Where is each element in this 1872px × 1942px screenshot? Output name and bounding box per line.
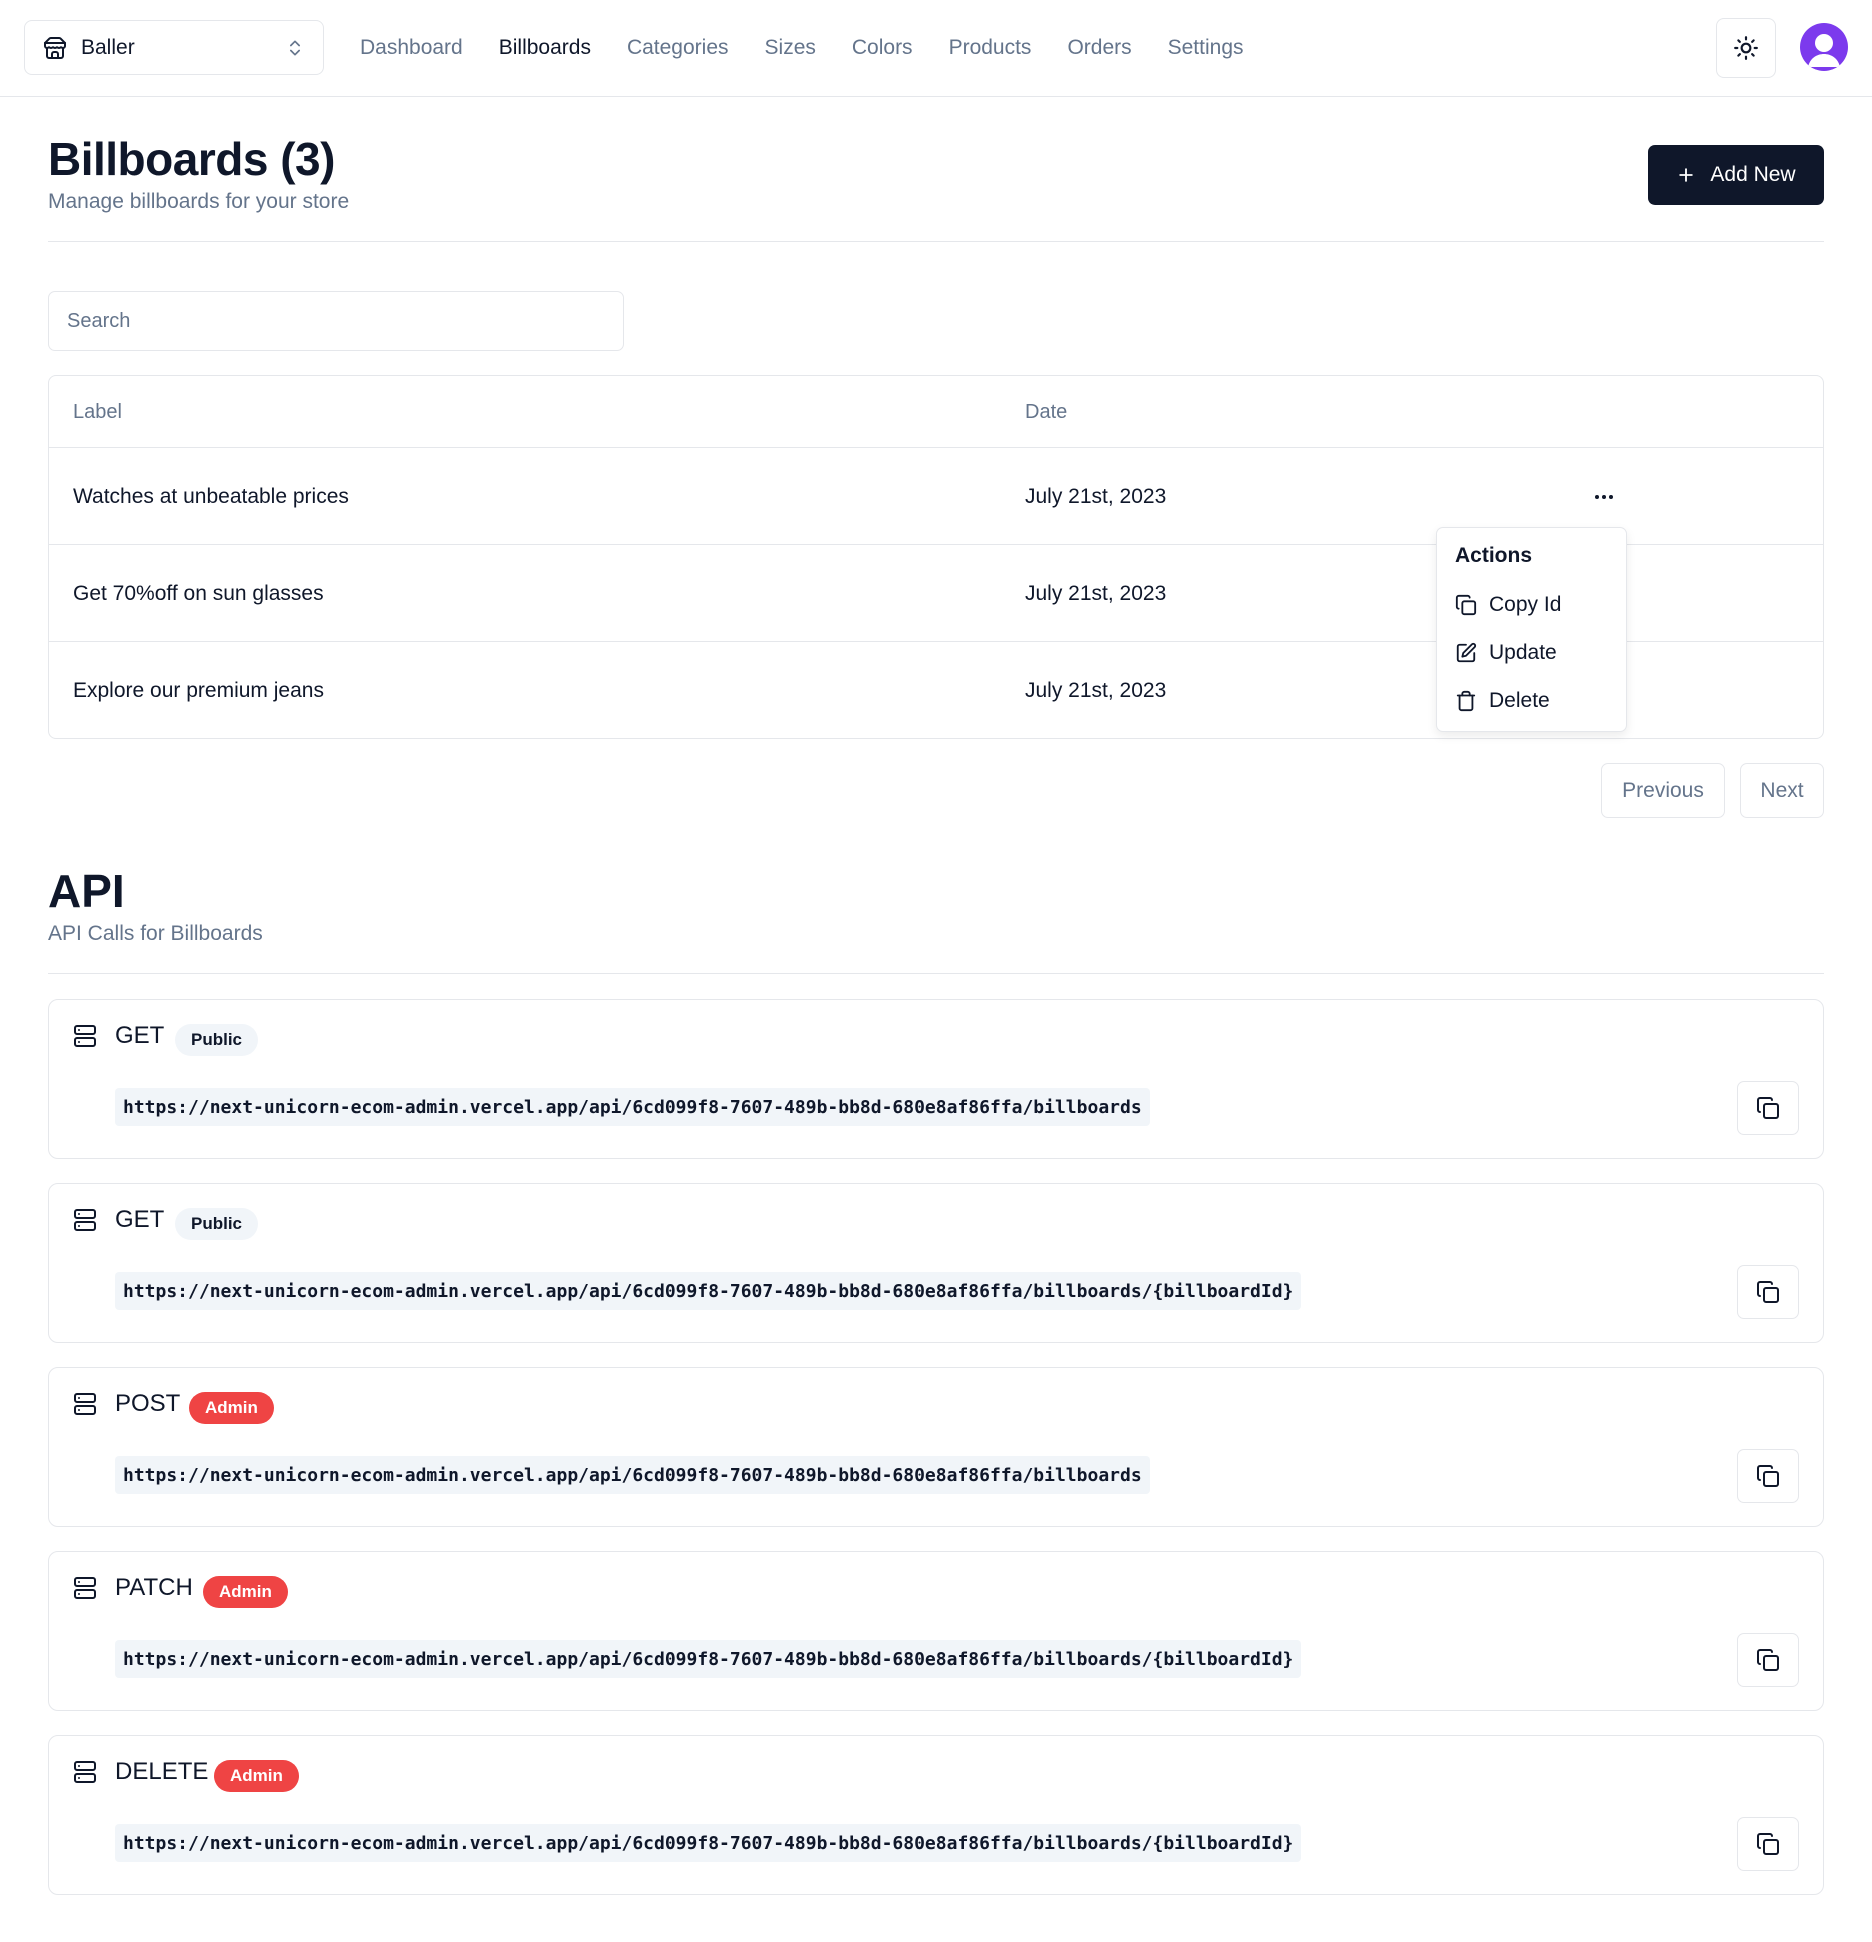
nav-colors[interactable]: Colors	[852, 36, 913, 60]
nav-products[interactable]: Products	[949, 36, 1032, 60]
api-alert: PATCH Admin https://next-unicorn-ecom-ad…	[48, 1551, 1824, 1711]
api-badge: Admin	[203, 1576, 288, 1608]
trash-icon	[1456, 690, 1476, 712]
sun-icon	[1734, 36, 1758, 60]
server-icon	[74, 1209, 96, 1231]
api-method: DELETE	[115, 1758, 209, 1785]
more-horizontal-icon[interactable]	[1589, 482, 1619, 512]
copy-url-button[interactable]	[1737, 1817, 1799, 1871]
store-name: Baller	[81, 35, 135, 59]
previous-button[interactable]: Previous	[1601, 763, 1725, 818]
row-date: July 21st, 2023	[1025, 678, 1167, 702]
api-url: https://next-unicorn-ecom-admin.vercel.a…	[115, 1088, 1150, 1126]
nav-orders[interactable]: Orders	[1067, 36, 1131, 60]
copy-icon	[1455, 594, 1477, 616]
actions-dropdown: Actions Copy Id Update Delete	[1436, 527, 1627, 732]
api-method: GET	[115, 1206, 165, 1233]
column-label: Label	[73, 400, 122, 423]
api-badge: Admin	[214, 1760, 299, 1792]
nav-dashboard[interactable]: Dashboard	[360, 36, 463, 60]
plus-icon	[1679, 168, 1694, 182]
server-icon	[74, 1761, 96, 1783]
table-header: Label Date	[49, 376, 1823, 448]
api-method: GET	[115, 1022, 165, 1049]
store-switcher[interactable]: Baller	[24, 20, 324, 75]
api-method: PATCH	[115, 1574, 193, 1601]
api-url: https://next-unicorn-ecom-admin.vercel.a…	[115, 1272, 1302, 1310]
top-navbar: Baller Dashboard Billboards Categories S…	[0, 0, 1872, 97]
delete-label: Delete	[1489, 689, 1550, 712]
copy-icon	[1757, 1649, 1779, 1671]
theme-toggle-button[interactable]	[1716, 18, 1776, 78]
row-label: Explore our premium jeans	[73, 678, 324, 702]
divider	[48, 973, 1824, 974]
server-icon	[74, 1577, 96, 1599]
edit-icon	[1456, 642, 1477, 663]
api-alert: GET Public https://next-unicorn-ecom-adm…	[48, 1183, 1824, 1343]
copy-icon	[1757, 1097, 1779, 1119]
api-badge: Public	[175, 1208, 259, 1240]
nav-sizes[interactable]: Sizes	[765, 36, 816, 60]
nav-billboards[interactable]: Billboards	[499, 36, 591, 60]
chevrons-up-down-icon	[290, 40, 300, 56]
api-url: https://next-unicorn-ecom-admin.vercel.a…	[115, 1824, 1302, 1862]
copy-icon	[1757, 1833, 1779, 1855]
column-date: Date	[1025, 400, 1068, 423]
api-url: https://next-unicorn-ecom-admin.vercel.a…	[115, 1456, 1150, 1494]
api-title: API	[48, 865, 125, 917]
api-badge: Public	[175, 1024, 259, 1056]
add-new-label: Add New	[1710, 163, 1796, 186]
row-label: Get 70%off on sun glasses	[73, 581, 324, 605]
divider	[48, 241, 1824, 242]
row-label: Watches at unbeatable prices	[73, 484, 349, 508]
next-button[interactable]: Next	[1740, 763, 1824, 818]
api-description: API Calls for Billboards	[48, 922, 263, 945]
copy-url-button[interactable]	[1737, 1449, 1799, 1503]
api-method: POST	[115, 1390, 181, 1417]
search-input[interactable]	[48, 291, 624, 351]
nav-settings[interactable]: Settings	[1168, 36, 1244, 60]
api-alert: DELETE Admin https://next-unicorn-ecom-a…	[48, 1735, 1824, 1895]
actions-menu-label: Actions	[1455, 544, 1533, 567]
copy-url-button[interactable]	[1737, 1265, 1799, 1319]
copy-icon	[1757, 1465, 1779, 1487]
copy-url-button[interactable]	[1737, 1633, 1799, 1687]
nav-categories[interactable]: Categories	[627, 36, 729, 60]
store-icon	[44, 36, 66, 59]
update-menu-item[interactable]: Update	[1455, 633, 1557, 673]
api-badge: Admin	[189, 1392, 274, 1424]
api-url: https://next-unicorn-ecom-admin.vercel.a…	[115, 1640, 1302, 1678]
add-new-button[interactable]: Add New	[1648, 145, 1824, 205]
server-icon	[74, 1025, 96, 1047]
page-description: Manage billboards for your store	[48, 190, 350, 213]
page-title: Billboards (3)	[48, 133, 335, 185]
copy-id-label: Copy Id	[1489, 593, 1562, 616]
main-nav: Dashboard Billboards Categories Sizes Co…	[360, 0, 1244, 96]
copy-url-button[interactable]	[1737, 1081, 1799, 1135]
user-icon	[1808, 34, 1840, 67]
update-label: Update	[1489, 641, 1557, 664]
delete-menu-item[interactable]: Delete	[1455, 681, 1550, 721]
api-alert: POST Admin https://next-unicorn-ecom-adm…	[48, 1367, 1824, 1527]
server-icon	[74, 1393, 96, 1415]
row-date: July 21st, 2023	[1025, 484, 1167, 508]
api-alert: GET Public https://next-unicorn-ecom-adm…	[48, 999, 1824, 1159]
user-avatar[interactable]	[1800, 23, 1848, 71]
row-date: July 21st, 2023	[1025, 581, 1167, 605]
copy-id-menu-item[interactable]: Copy Id	[1455, 585, 1561, 625]
copy-icon	[1757, 1281, 1779, 1303]
